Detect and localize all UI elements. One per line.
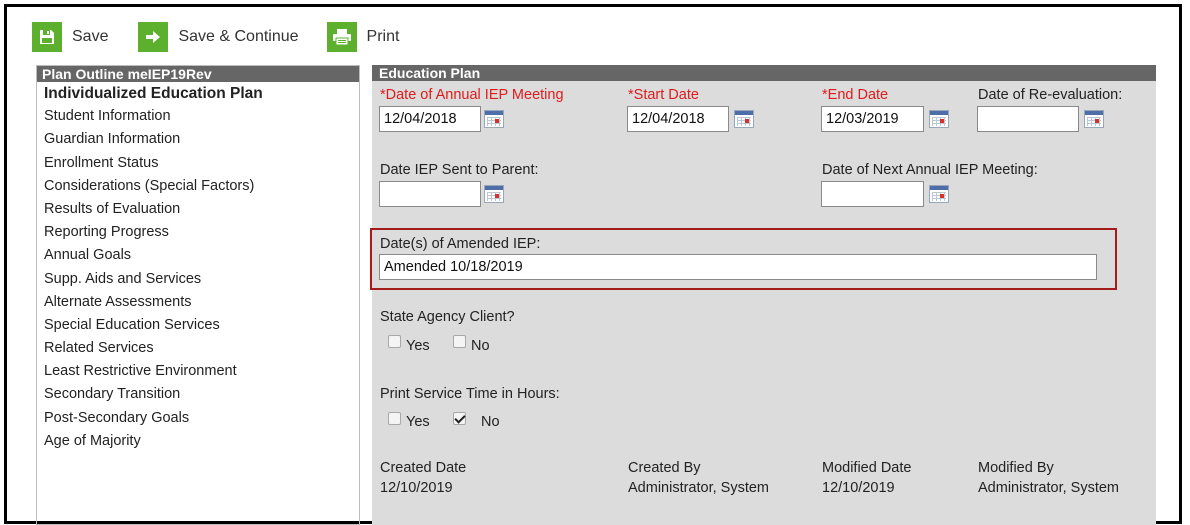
state-agency-no-checkbox[interactable] [453, 335, 466, 348]
save-label: Save [72, 28, 109, 45]
state-agency-yes-checkbox[interactable] [388, 335, 401, 348]
reevaluation-label: Date of Re-evaluation: [978, 87, 1123, 103]
modified-by-label: Modified By [978, 460, 1054, 476]
created-date-label: Created Date [380, 460, 467, 476]
save-continue-button[interactable]: Save & Continue [138, 22, 299, 52]
created-by-label: Created By [628, 460, 701, 476]
printer-icon [326, 22, 357, 52]
reevaluation-date-input[interactable] [977, 106, 1079, 132]
end-date-label: *End Date [822, 87, 889, 103]
next-annual-iep-label: Date of Next Annual IEP Meeting: [822, 162, 1038, 178]
service-hours-yes-checkbox[interactable] [388, 412, 401, 425]
panel-title: Education Plan [372, 65, 1156, 81]
calendar-icon[interactable] [484, 110, 504, 128]
floppy-disk-icon [32, 22, 62, 52]
calendar-icon[interactable] [929, 110, 949, 128]
save-continue-label: Save & Continue [178, 28, 299, 45]
print-button[interactable]: Print [326, 22, 400, 52]
modified-date-value: 12/10/2019 [822, 480, 895, 496]
outline-item[interactable]: Annual Goals [44, 244, 359, 267]
outline-item[interactable]: Supp. Aids and Services [44, 268, 359, 291]
arrow-right-icon [138, 22, 169, 52]
created-by-value: Administrator, System [628, 480, 770, 496]
outline-item[interactable]: Results of Evaluation [44, 198, 359, 221]
outline-item[interactable]: Special Education Services [44, 314, 359, 337]
outline-item[interactable]: Alternate Assessments [44, 291, 359, 314]
end-date-input[interactable] [821, 106, 924, 132]
state-agency-no-label: No [471, 338, 490, 354]
created-date-value: 12/10/2019 [380, 480, 453, 496]
outline-item[interactable]: Enrollment Status [44, 152, 359, 175]
calendar-icon[interactable] [734, 110, 754, 128]
service-hours-no-label: No [481, 414, 500, 430]
state-agency-label: State Agency Client? [380, 309, 515, 325]
amended-iep-label: Date(s) of Amended IEP: [380, 236, 541, 252]
calendar-icon[interactable] [929, 185, 949, 203]
outline-item[interactable]: Considerations (Special Factors) [44, 175, 359, 198]
service-hours-label: Print Service Time in Hours: [380, 386, 560, 402]
annual-iep-date-input[interactable] [379, 106, 481, 132]
toolbar: Save Save & Continue Print [32, 21, 411, 53]
next-annual-iep-date-input[interactable] [821, 181, 924, 207]
modified-by-value: Administrator, System [978, 480, 1120, 496]
service-hours-no-checkbox[interactable] [453, 412, 466, 425]
start-date-input[interactable] [627, 106, 729, 132]
start-date-label: *Start Date [628, 87, 699, 103]
outline-item[interactable]: Guardian Information [44, 128, 359, 151]
state-agency-yes-label: Yes [406, 338, 430, 354]
outline-list: Individualized Education Plan Student Inf… [37, 82, 359, 453]
outline-item[interactable]: Age of Majority [44, 430, 359, 453]
outline-item[interactable]: Least Restrictive Environment [44, 360, 359, 383]
iep-sent-label: Date IEP Sent to Parent: [380, 162, 539, 178]
plan-outline-title: Plan Outline meIEP19Rev [37, 66, 359, 82]
plan-outline: Plan Outline meIEP19Rev Individualized E… [36, 65, 360, 525]
amended-iep-input[interactable] [379, 254, 1097, 280]
outline-item[interactable]: Student Information [44, 105, 359, 128]
calendar-icon[interactable] [1084, 110, 1104, 128]
education-plan-panel: Education Plan [372, 65, 1156, 525]
iep-sent-date-input[interactable] [379, 181, 481, 207]
service-hours-yes-label: Yes [406, 414, 430, 430]
outline-item[interactable]: Individualized Education Plan [44, 82, 359, 105]
print-label: Print [366, 28, 400, 45]
modified-date-label: Modified Date [822, 460, 912, 476]
save-button[interactable]: Save [32, 22, 108, 52]
outline-item[interactable]: Reporting Progress [44, 221, 359, 244]
annual-iep-label: *Date of Annual IEP Meeting [380, 87, 564, 103]
calendar-icon[interactable] [484, 185, 504, 203]
outline-item[interactable]: Post-Secondary Goals [44, 407, 359, 430]
outline-item[interactable]: Secondary Transition [44, 383, 359, 406]
outline-item[interactable]: Related Services [44, 337, 359, 360]
